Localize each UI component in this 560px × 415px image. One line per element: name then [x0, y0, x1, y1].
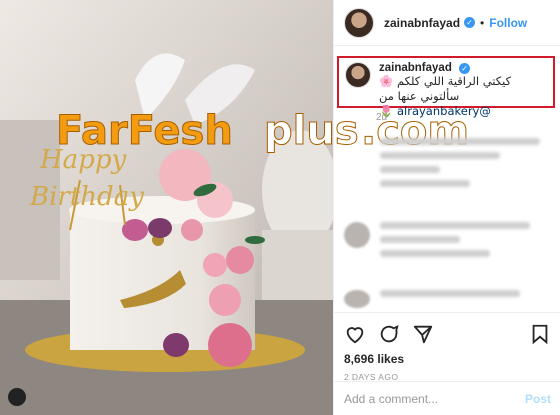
- avatar[interactable]: [344, 7, 374, 38]
- comment-item: [344, 222, 530, 264]
- caption-avatar[interactable]: [345, 62, 371, 88]
- share-icon[interactable]: [412, 323, 434, 345]
- post-comment-button[interactable]: Post: [525, 392, 551, 406]
- heart-icon[interactable]: [344, 323, 366, 345]
- caption-username[interactable]: zainabnfayad: [379, 62, 452, 74]
- post-age: 2d: [376, 112, 388, 123]
- post-side-panel: zainabnfayad ✓ • Follow zainabnfayad ✓ ك…: [333, 0, 560, 415]
- action-icons: [344, 321, 551, 347]
- post-photo[interactable]: Happy Birthday: [0, 0, 333, 415]
- bookmark-icon[interactable]: [529, 323, 551, 345]
- birthday-cake-image: Happy Birthday: [0, 0, 333, 415]
- action-bar: 8,696 likes 2 DAYS AGO: [334, 312, 560, 382]
- svg-text:Happy: Happy: [39, 145, 126, 175]
- likes-count[interactable]: 8,696 likes: [344, 352, 551, 366]
- verified-badge-icon: ✓: [459, 63, 471, 74]
- separator-dot: •: [480, 15, 485, 30]
- caption-body: zainabnfayad ✓ كيكتي الراقية اللي كلكم 🌸…: [379, 62, 547, 118]
- username[interactable]: zainabnfayad: [384, 16, 460, 30]
- verified-badge-icon: ✓: [464, 17, 476, 28]
- caption-header: zainabnfayad ✓: [379, 62, 547, 74]
- caption-text: كيكتي الراقية اللي كلكم 🌸 سألتوني عنها م…: [379, 74, 547, 119]
- svg-text:Birthday: Birthday: [29, 182, 144, 212]
- caption-line-1: كيكتي الراقية اللي كلكم: [396, 74, 512, 88]
- comment-item: [344, 138, 540, 194]
- comment-input[interactable]: [344, 391, 525, 406]
- comment-icon[interactable]: [378, 323, 400, 345]
- flower-emoji-icon: 🌸: [379, 74, 394, 88]
- comment-item: [344, 290, 520, 308]
- caption-line-2: سألتوني عنها من: [379, 89, 460, 103]
- post-header: zainabnfayad ✓ • Follow: [334, 0, 560, 46]
- corner-icon: [8, 388, 26, 406]
- comment-bar: Post: [334, 381, 560, 415]
- caption-highlight-box: zainabnfayad ✓ كيكتي الراقية اللي كلكم 🌸…: [337, 56, 555, 118]
- mention-link[interactable]: @alrayanbakery: [397, 104, 491, 118]
- follow-button[interactable]: Follow: [489, 16, 527, 30]
- instagram-post: Happy Birthday FarFesh plus .com zainabn…: [0, 0, 560, 415]
